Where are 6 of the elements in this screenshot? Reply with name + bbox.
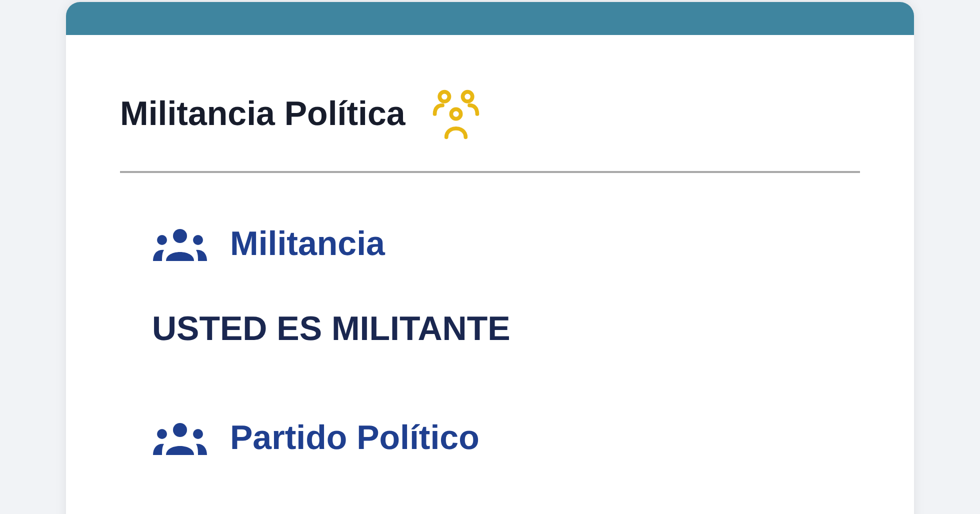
section-value: USTED ES MILITANTE	[152, 310, 512, 349]
group-icon	[152, 226, 208, 262]
group-icon	[152, 420, 208, 456]
section-label: Militancia	[230, 225, 385, 264]
card-title: Militancia Política	[120, 94, 406, 134]
section-label: Partido Político	[230, 419, 480, 458]
